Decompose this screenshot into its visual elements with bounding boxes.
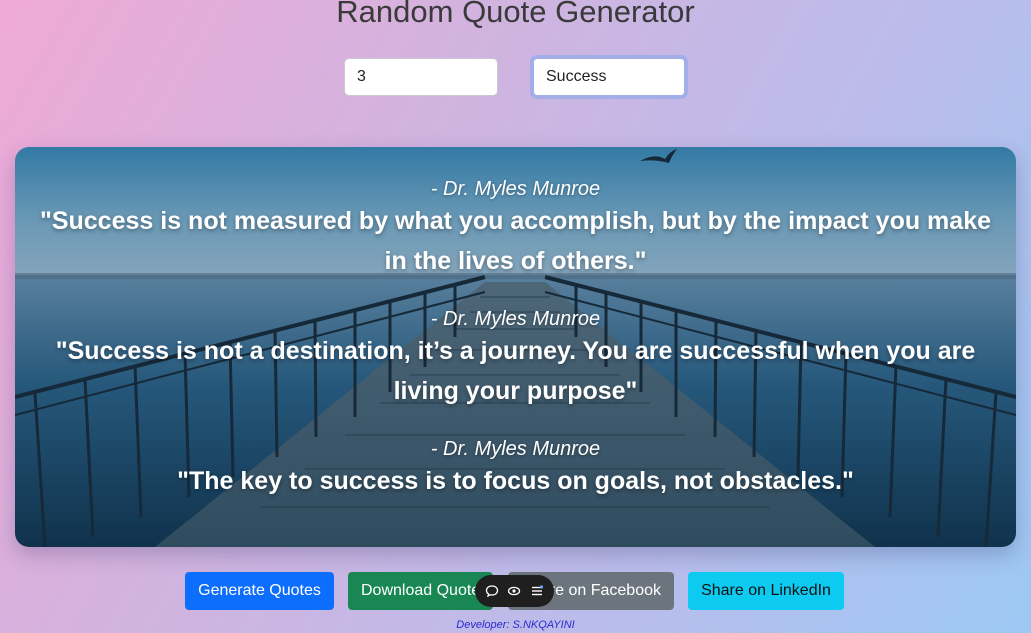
menu-icon[interactable] [529,583,545,599]
quote-text: "Success is not measured by what you acc… [39,207,991,275]
quote-author: - Dr. Myles Munroe [430,178,601,200]
developer-credit: Developer: S.NKQAYINI [456,619,575,631]
category-input[interactable] [530,55,688,99]
page-title: Random Quote Generator [336,0,695,29]
generate-quotes-button[interactable]: Generate Quotes [185,572,334,610]
quote-author: - Dr. Myles Munroe [430,308,601,330]
eye-icon[interactable] [506,583,522,599]
floating-toolbar [475,575,554,607]
quote-list: - Dr. Myles Munroe "Success is not measu… [15,147,1016,547]
share-linkedin-button[interactable]: Share on LinkedIn [688,572,844,610]
quote-item: - Dr. Myles Munroe "Success is not measu… [15,177,1016,281]
quote-author: - Dr. Myles Munroe [430,438,601,460]
controls-row [0,55,1031,99]
quote-card: - Dr. Myles Munroe "Success is not measu… [15,147,1016,547]
quote-text: "The key to success is to focus on goals… [177,467,854,495]
quote-item: - Dr. Myles Munroe "The key to success i… [15,437,1016,501]
download-quotes-button[interactable]: Download Quotes [348,572,493,610]
comment-icon[interactable] [484,583,500,599]
quote-item: - Dr. Myles Munroe "Success is not a des… [15,307,1016,411]
quote-text: "Success is not a destination, it’s a jo… [55,337,976,405]
quote-count-input[interactable] [344,58,498,96]
